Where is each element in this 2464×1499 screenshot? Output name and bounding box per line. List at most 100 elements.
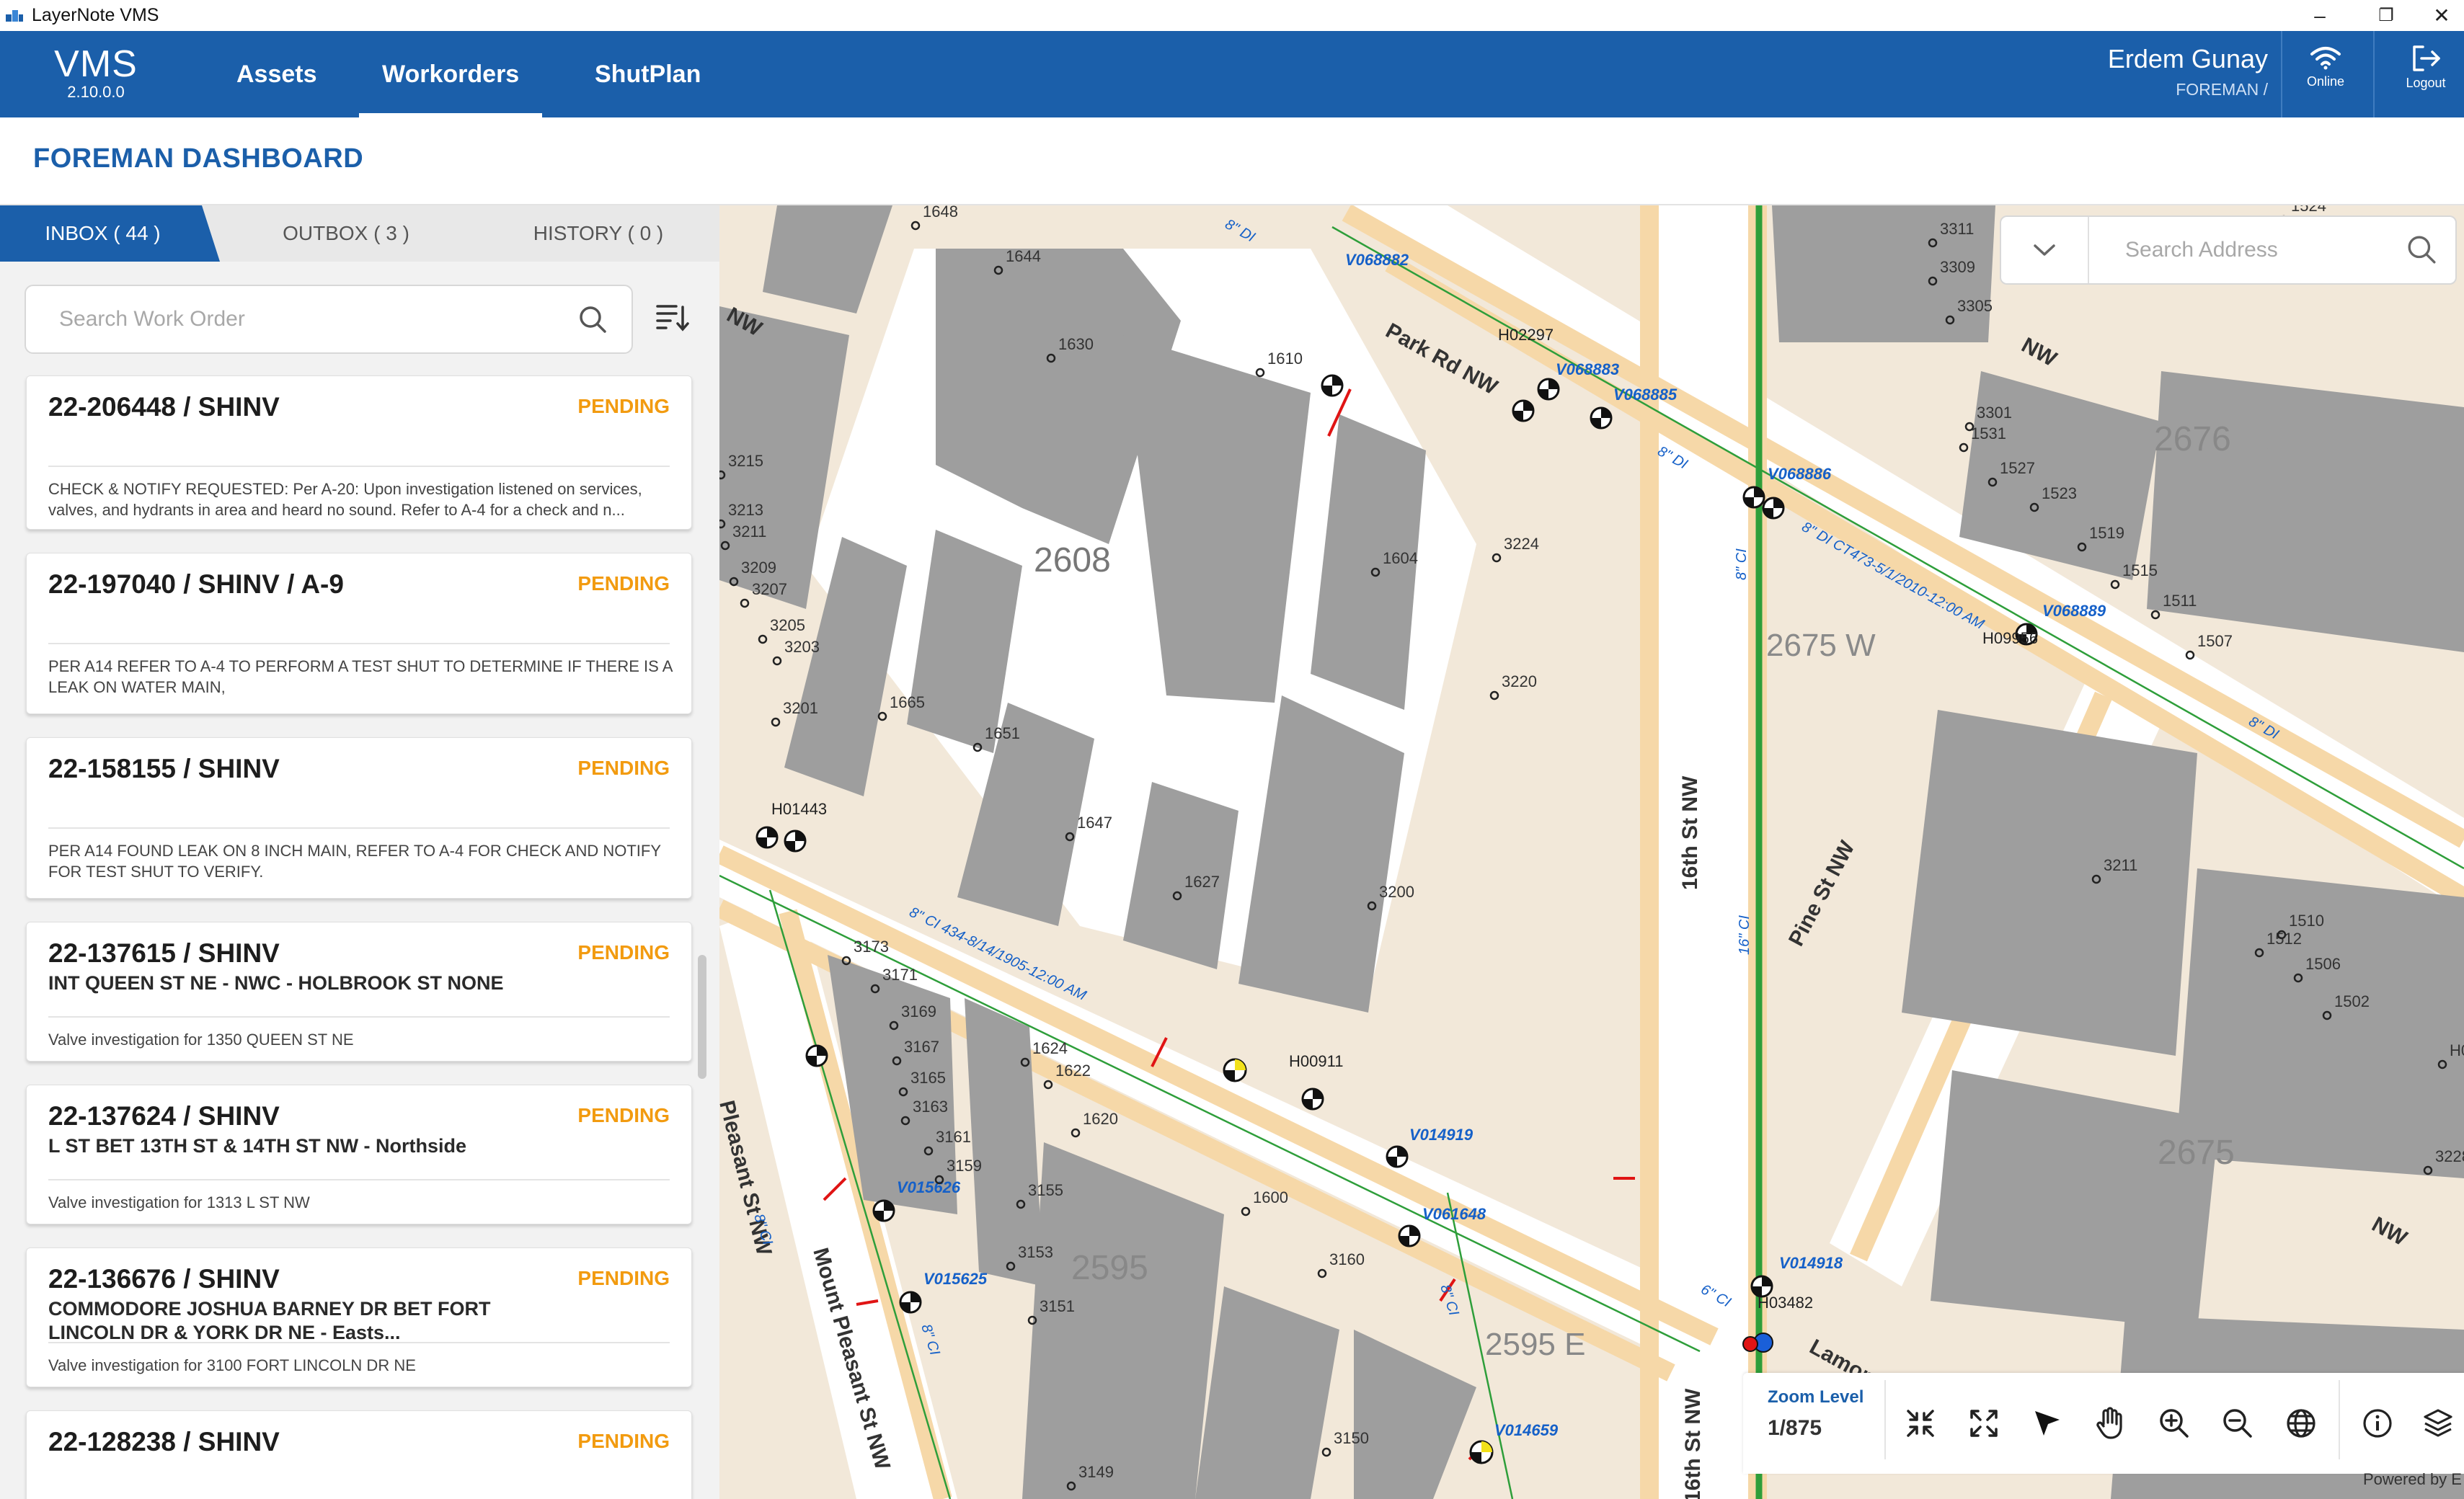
block-label: 2595 (1071, 1249, 1148, 1287)
house-number-label: 3173 (854, 938, 889, 956)
fullscreen-button[interactable] (1961, 1400, 2007, 1446)
search-icon[interactable] (2406, 234, 2437, 264)
select-button[interactable] (2024, 1400, 2070, 1446)
info-button[interactable] (2354, 1400, 2401, 1446)
house-number-label: 3161 (936, 1128, 971, 1146)
collapse-button[interactable] (1897, 1400, 1944, 1446)
workorder-card[interactable]: 22-197040 / SHINV / A-9 PENDING PER A14 RE… (26, 553, 692, 714)
workorder-panel: INBOX ( 44 ) OUTBOX ( 3 ) HISTORY ( 0 ) … (0, 205, 719, 1499)
pan-button[interactable] (2088, 1400, 2134, 1446)
logout-button[interactable]: Logout (2386, 40, 2464, 112)
house-number-label: 1527 (2000, 459, 2035, 477)
house-number-label: 3165 (910, 1069, 946, 1087)
house-number-label: 1511 (2163, 592, 2197, 610)
house-number-label: 3213 (728, 501, 763, 519)
workorder-search (25, 285, 633, 354)
valve-symbol (899, 1291, 922, 1314)
workorder-id: 22-197040 / SHINV / A-9 (48, 569, 344, 599)
house-number-label: 3159 (947, 1157, 982, 1175)
workorder-id: 22-137615 / SHINV (48, 938, 280, 968)
map-view[interactable]: 2608 2676 2675 2595 2595 E 2675 W Park R… (719, 205, 2464, 1499)
asset-label: V068886 (1768, 465, 1832, 483)
nav-assets[interactable]: Assets (236, 31, 317, 117)
close-button[interactable]: ✕ (2419, 0, 2464, 31)
zoom-level-label: Zoom Level (1768, 1387, 1864, 1407)
house-number-label: 3203 (784, 638, 820, 656)
asset-label: H01443 (771, 800, 827, 818)
workorder-card[interactable]: 22-158155 / SHINV PENDING PER A14 FOUND LE… (26, 737, 692, 899)
house-number-label: 3301 (1977, 404, 2012, 422)
app-logo[interactable]: VMS 2.10.0.0 (42, 45, 150, 102)
chevron-down-icon (2034, 244, 2055, 256)
workorder-search-input[interactable] (58, 302, 565, 337)
house-number-label: 1502 (2334, 992, 2370, 1010)
valve-symbol (805, 1044, 828, 1067)
globe-button[interactable] (2278, 1400, 2324, 1446)
valve-symbol (784, 829, 807, 853)
restore-button[interactable]: ❐ (2353, 0, 2419, 31)
status-badge: PENDING (577, 941, 670, 964)
house-number-label: 3167 (904, 1038, 939, 1056)
online-status[interactable]: Online (2282, 40, 2369, 112)
asset-label: H09956 (1982, 629, 2038, 647)
pipe-label: 16" CI (1737, 915, 1752, 955)
workorder-card[interactable]: 22-137624 / SHINV PENDING L ST BET 13TH ST… (26, 1085, 692, 1224)
search-icon[interactable] (578, 305, 607, 334)
house-number-label: 3224 (1504, 535, 1539, 553)
asset-label: H03482 (1758, 1294, 1813, 1312)
user-info[interactable]: Erdem Gunay FOREMAN / (2108, 44, 2268, 99)
online-label: Online (2306, 74, 2345, 89)
house-number-label: 1531 (1971, 424, 2006, 442)
tab-history[interactable]: HISTORY ( 0 ) (490, 205, 706, 262)
tab-inbox-label: INBOX ( 44 ) (45, 222, 161, 244)
card-divider (48, 466, 670, 467)
house-number-label: 3207 (752, 580, 787, 598)
valve-symbol (1742, 486, 1765, 509)
asset-label: V014919 (1409, 1126, 1473, 1144)
house-number-label: H0 (2450, 1041, 2464, 1059)
house-number-label: 1622 (1055, 1062, 1091, 1080)
fullscreen-icon (1970, 1410, 1998, 1437)
valve-symbol (1762, 497, 1785, 520)
list-scrollbar[interactable] (698, 955, 706, 1079)
address-search-input[interactable] (2124, 233, 2386, 267)
nav-workorders[interactable]: Workorders (359, 31, 543, 117)
workorder-description: Valve investigation for 1313 L ST NW (48, 1193, 310, 1211)
workorder-description: PER A14 FOUND LEAK ON 8 INCH MAIN, REFER… (48, 842, 661, 881)
toolbar-divider (2339, 1380, 2340, 1459)
asset-label: V015626 (897, 1178, 961, 1196)
layers-button[interactable] (2415, 1400, 2461, 1446)
workorder-card[interactable]: 22-206448 / SHINV PENDING CHECK & NOTIFY R… (26, 375, 692, 530)
asset-label: V061648 (1422, 1205, 1486, 1223)
house-number-label: 1651 (985, 724, 1020, 742)
address-search (2000, 215, 2457, 285)
workorder-card[interactable]: 22-136676 / SHINV PENDING COMMODORE JOSHUA… (26, 1247, 692, 1387)
select-arrow-icon (2035, 1411, 2060, 1436)
status-badge: PENDING (577, 1104, 670, 1126)
zoom-in-button[interactable] (2151, 1400, 2197, 1446)
house-number-label: 1600 (1253, 1188, 1288, 1206)
zoom-out-button[interactable] (2215, 1400, 2261, 1446)
tab-inbox[interactable]: INBOX ( 44 ) (0, 205, 220, 262)
workorder-card[interactable]: 22-128238 / SHINV PENDING (26, 1410, 692, 1499)
street-label: 16th St NW (1678, 775, 1702, 890)
workorder-card[interactable]: 22-137615 / SHINV PENDING INT QUEEN ST NE … (26, 922, 692, 1062)
street-label: 16th St NW (1681, 1388, 1705, 1499)
house-number-label: 1627 (1184, 873, 1220, 891)
house-number-label: 3200 (1379, 883, 1414, 901)
address-search-dropdown[interactable] (2001, 217, 2089, 283)
nav-shutplan[interactable]: ShutPlan (595, 31, 701, 117)
house-number-label: 3149 (1078, 1463, 1114, 1481)
workorder-id: 22-136676 / SHINV (48, 1264, 280, 1294)
card-divider (48, 1016, 670, 1018)
minimize-icon: – (2314, 4, 2326, 27)
tab-outbox[interactable]: OUTBOX ( 3 ) (238, 205, 454, 262)
map-canvas[interactable]: 2608 2676 2675 2595 2595 E 2675 W Park R… (719, 205, 2464, 1499)
minimize-button[interactable]: – (2287, 0, 2353, 31)
house-number-label: 1604 (1383, 549, 1418, 567)
status-badge: PENDING (577, 1267, 670, 1289)
valve-symbol (1512, 399, 1535, 422)
asset-label: V014918 (1779, 1254, 1843, 1272)
sort-icon[interactable] (656, 303, 689, 332)
house-number-label: 1506 (2305, 955, 2341, 973)
